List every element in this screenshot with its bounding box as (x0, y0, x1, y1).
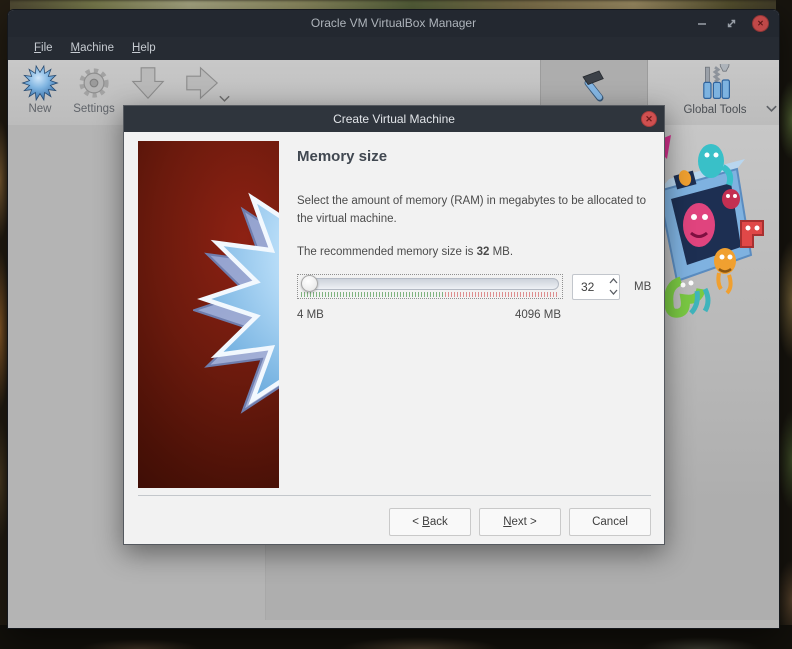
close-icon: ✕ (757, 18, 764, 28)
buttons-separator (138, 495, 651, 496)
status-strip (8, 620, 779, 628)
memory-spinbox (572, 273, 620, 300)
back-button[interactable]: < Back (389, 508, 471, 536)
global-tools-chevron-icon[interactable] (765, 104, 778, 114)
slider-tick-marks (301, 292, 559, 298)
slider-ticks-unsafe (445, 292, 559, 298)
slider-ticks-safe (301, 292, 446, 298)
memory-slider-row: MB (297, 273, 661, 300)
spin-down-button[interactable] (608, 287, 619, 298)
hammer-icon (582, 70, 604, 102)
slider-max-label: 4096 MB (514, 308, 561, 321)
chevron-up-icon (609, 278, 618, 284)
window-titlebar: Oracle VM VirtualBox Manager ✕ (8, 10, 779, 37)
minimize-button[interactable] (694, 16, 710, 32)
create-vm-dialog: Create Virtual Machine ✕ Memory size Sel… (123, 105, 665, 545)
memory-slider[interactable] (297, 274, 563, 300)
dialog-title: Create Virtual Machine (333, 112, 455, 126)
maximize-button[interactable] (723, 16, 739, 32)
global-tools-label: Global Tools (683, 104, 747, 116)
cancel-button[interactable]: Cancel (569, 508, 651, 536)
show-dropdown-chevron-icon (218, 95, 230, 102)
chevron-down-icon (609, 289, 618, 296)
discard-arrow-icon (131, 67, 165, 100)
slider-min-label: 4 MB (297, 308, 324, 321)
menu-bar: File Machine Help (8, 37, 779, 60)
show-arrow-icon (186, 66, 219, 100)
slider-track[interactable] (301, 275, 559, 293)
minimize-icon (698, 22, 706, 25)
global-tools-icon (703, 64, 730, 99)
menu-machine[interactable]: Machine (62, 37, 123, 60)
memory-description: Select the amount of memory (RAM) in meg… (297, 195, 646, 226)
recommended-value: 32 (476, 245, 490, 258)
slider-range-labels: 4 MB 4096 MB (297, 309, 561, 321)
maximize-icon (727, 19, 735, 28)
window-title: Oracle VM VirtualBox Manager (310, 16, 477, 30)
memory-input[interactable] (573, 274, 608, 299)
wizard-image-panel (138, 141, 279, 488)
dialog-close-icon: ✕ (645, 113, 653, 124)
dialog-titlebar: Create Virtual Machine ✕ (124, 106, 664, 132)
new-starburst-icon (21, 64, 59, 102)
memory-recommendation: The recommended memory size is 32 MB. (297, 245, 514, 258)
slider-handle[interactable] (301, 275, 318, 293)
starburst-image (193, 192, 279, 414)
wizard-buttons: < Back Next > Cancel (389, 508, 651, 536)
settings-label: Settings (73, 103, 115, 115)
settings-gear-icon (79, 68, 109, 98)
menu-file[interactable]: File (25, 37, 62, 60)
window-close-button[interactable]: ✕ (752, 15, 769, 32)
unit-label: MB (634, 280, 652, 293)
settings-button[interactable]: Settings (67, 60, 121, 125)
spin-buttons (608, 275, 619, 299)
new-label: New (28, 103, 52, 115)
page-title: Memory size (297, 148, 388, 165)
dialog-close-button[interactable]: ✕ (641, 111, 657, 127)
global-tools-button[interactable]: Global Tools (666, 60, 764, 125)
next-button[interactable]: Next > (479, 508, 561, 536)
new-vm-button[interactable]: New (13, 60, 67, 125)
wallpaper-bottom-strip (0, 625, 792, 649)
window-controls: ✕ (694, 10, 769, 37)
menu-help[interactable]: Help (123, 37, 165, 60)
spin-up-button[interactable] (608, 276, 619, 287)
wizard-content: Memory size Select the amount of memory … (297, 141, 661, 321)
